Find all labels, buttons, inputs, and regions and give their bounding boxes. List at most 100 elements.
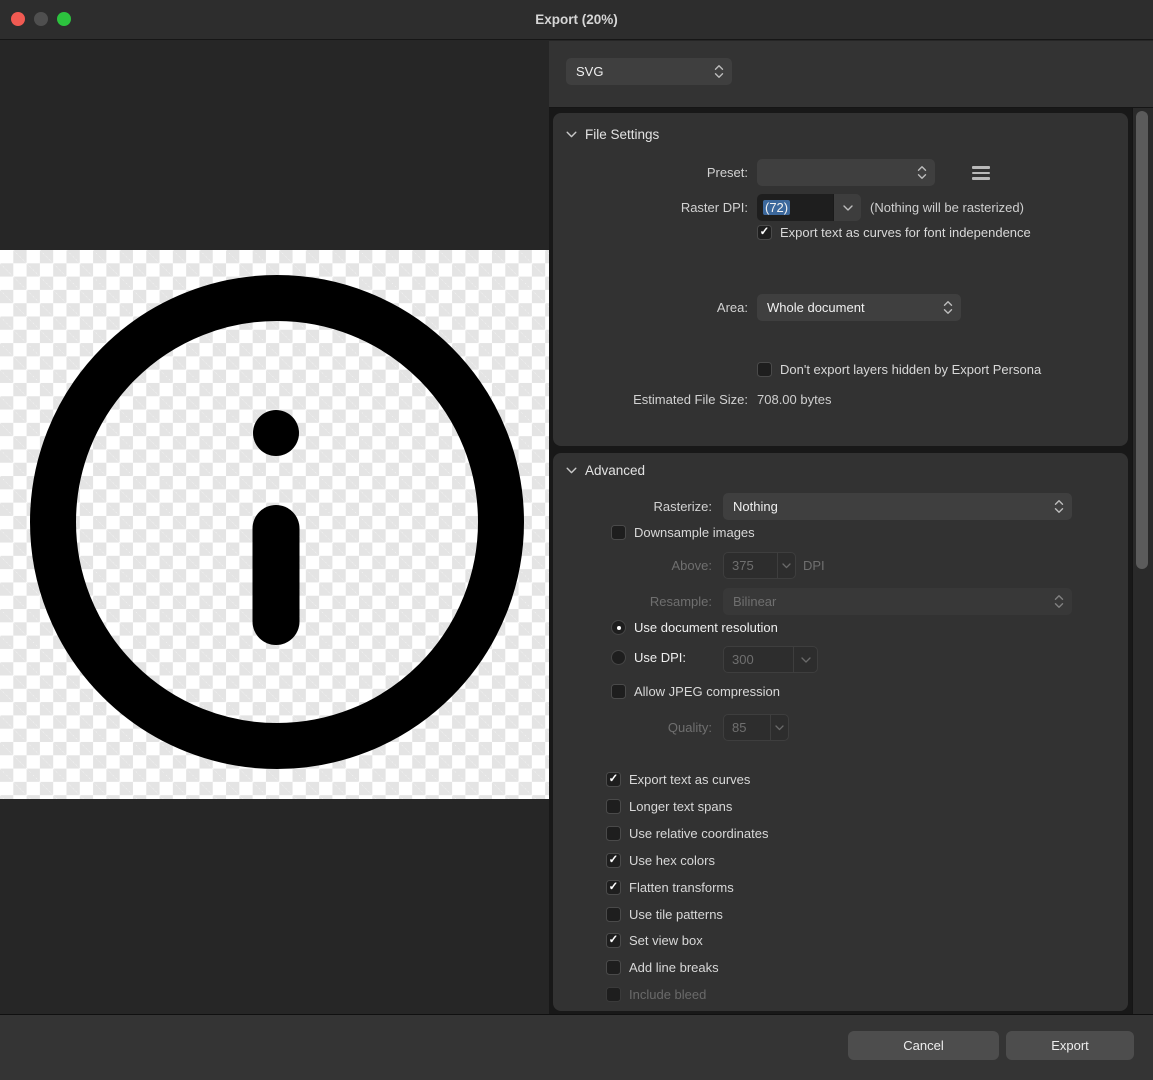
use-dpi-combo: 300	[723, 646, 818, 673]
use-document-resolution-radio-row[interactable]: Use document resolution	[611, 620, 778, 635]
option-row-flatten-transforms[interactable]: ✓ Flatten transforms	[606, 880, 734, 895]
radio-label: Use DPI:	[634, 650, 686, 665]
chevron-down-icon	[566, 131, 577, 138]
checkbox	[606, 987, 621, 1002]
format-select-value: SVG	[576, 64, 603, 79]
checkbox[interactable]: ✓	[757, 225, 772, 240]
advanced-header[interactable]: Advanced	[566, 461, 645, 479]
checkbox-label: Longer text spans	[629, 799, 732, 814]
option-row-include-bleed: Include bleed	[606, 987, 706, 1002]
resample-select-value: Bilinear	[733, 594, 776, 609]
export-button[interactable]: Export	[1006, 1031, 1134, 1060]
checkbox[interactable]	[611, 684, 626, 699]
checkbox-label: Add line breaks	[629, 960, 719, 975]
stepper-icon	[1054, 594, 1064, 609]
chevron-down-icon	[566, 467, 577, 474]
checkbox-label: Set view box	[629, 933, 703, 948]
checkbox[interactable]: ✓	[606, 933, 621, 948]
format-strip: SVG	[549, 41, 1153, 108]
checkbox-label: Use hex colors	[629, 853, 715, 868]
estimated-size-value: 708.00 bytes	[757, 390, 831, 410]
preset-select[interactable]	[757, 159, 935, 186]
area-select[interactable]: Whole document	[757, 294, 961, 321]
rasterize-select-value: Nothing	[733, 499, 778, 514]
preset-label: Preset:	[553, 159, 748, 186]
checkbox-label: Include bleed	[629, 987, 706, 1002]
allow-jpeg-compression-checkbox-row[interactable]: Allow JPEG compression	[611, 684, 780, 699]
resample-select: Bilinear	[723, 588, 1072, 615]
above-label: Above:	[553, 552, 712, 579]
stepper-icon	[917, 165, 927, 180]
checkbox-label: Export text as curves for font independe…	[780, 225, 1031, 240]
above-unit-label: DPI	[803, 552, 825, 579]
radio[interactable]	[611, 620, 626, 635]
checkbox[interactable]	[606, 826, 621, 841]
transparency-checkerboard	[0, 250, 549, 799]
format-select[interactable]: SVG	[566, 58, 732, 85]
raster-note: (Nothing will be rasterized)	[870, 194, 1024, 221]
chevron-down-icon	[770, 715, 788, 740]
checkbox-label: Don't export layers hidden by Export Per…	[780, 362, 1041, 377]
export-text-curves-font-checkbox-row[interactable]: ✓ Export text as curves for font indepen…	[757, 225, 1031, 240]
option-row-add-line-breaks[interactable]: Add line breaks	[606, 960, 719, 975]
stepper-icon	[1054, 499, 1064, 514]
checkbox-label: Allow JPEG compression	[634, 684, 780, 699]
checkbox[interactable]: ✓	[606, 853, 621, 868]
resample-label: Resample:	[553, 588, 712, 615]
above-value: 375	[724, 553, 777, 578]
checkbox[interactable]	[757, 362, 772, 377]
checkbox-label: Flatten transforms	[629, 880, 734, 895]
rasterize-label: Rasterize:	[553, 493, 712, 520]
stepper-icon	[943, 300, 953, 315]
option-row-use-tile-patterns[interactable]: Use tile patterns	[606, 907, 723, 922]
checkbox[interactable]: ✓	[606, 772, 621, 787]
radio[interactable]	[611, 650, 626, 665]
quality-combo: 85	[723, 714, 789, 741]
cancel-button[interactable]: Cancel	[848, 1031, 999, 1060]
use-dpi-value: 300	[724, 647, 793, 672]
raster-dpi-combo[interactable]: (72)	[757, 194, 861, 221]
chevron-down-icon	[777, 553, 795, 578]
option-row-longer-text-spans[interactable]: Longer text spans	[606, 799, 732, 814]
title-bar: Export (20%)	[0, 0, 1153, 40]
export-settings-panel: SVG File Settings Preset: Raster DPI: (7…	[549, 41, 1153, 1014]
info-icon-artwork	[0, 250, 549, 799]
stepper-icon	[714, 64, 724, 79]
use-dpi-radio-row[interactable]: Use DPI:	[611, 650, 686, 665]
scrollbar-track[interactable]	[1132, 108, 1153, 1014]
checkbox-label: Use tile patterns	[629, 907, 723, 922]
chevron-down-icon	[793, 647, 817, 672]
preset-menu-icon[interactable]	[972, 166, 990, 180]
scrollbar-thumb[interactable]	[1136, 111, 1148, 569]
advanced-section: Advanced Rasterize: Nothing Downsample i…	[553, 453, 1128, 1011]
chevron-down-icon[interactable]	[833, 194, 861, 221]
checkbox[interactable]	[606, 799, 621, 814]
quality-value: 85	[724, 715, 770, 740]
file-settings-section: File Settings Preset: Raster DPI: (72) (…	[553, 113, 1128, 446]
checkbox-label: Downsample images	[634, 525, 755, 540]
area-select-value: Whole document	[767, 300, 865, 315]
area-label: Area:	[553, 294, 748, 321]
raster-dpi-label: Raster DPI:	[553, 194, 748, 221]
file-settings-header[interactable]: File Settings	[566, 125, 659, 143]
option-row-set-view-box[interactable]: ✓ Set view box	[606, 933, 703, 948]
rasterize-select[interactable]: Nothing	[723, 493, 1072, 520]
downsample-images-checkbox-row[interactable]: Downsample images	[611, 525, 755, 540]
checkbox[interactable]	[606, 907, 621, 922]
above-combo: 375	[723, 552, 796, 579]
quality-label: Quality:	[553, 714, 712, 741]
option-row-use-hex-colors[interactable]: ✓ Use hex colors	[606, 853, 715, 868]
file-settings-title: File Settings	[585, 127, 659, 142]
export-dialog: Export (20%) SVG File Settings Pr	[0, 0, 1153, 1080]
checkbox[interactable]	[611, 525, 626, 540]
checkbox[interactable]	[606, 960, 621, 975]
radio-label: Use document resolution	[634, 620, 778, 635]
option-row-export-text-as-curves[interactable]: ✓ Export text as curves	[606, 772, 750, 787]
raster-dpi-value: (72)	[757, 194, 833, 221]
dialog-footer: Cancel Export	[0, 1014, 1153, 1080]
advanced-title: Advanced	[585, 463, 645, 478]
option-row-use-relative-coordinates[interactable]: Use relative coordinates	[606, 826, 768, 841]
checkbox-label: Export text as curves	[629, 772, 750, 787]
hidden-layers-checkbox-row[interactable]: Don't export layers hidden by Export Per…	[757, 362, 1041, 377]
checkbox[interactable]: ✓	[606, 880, 621, 895]
